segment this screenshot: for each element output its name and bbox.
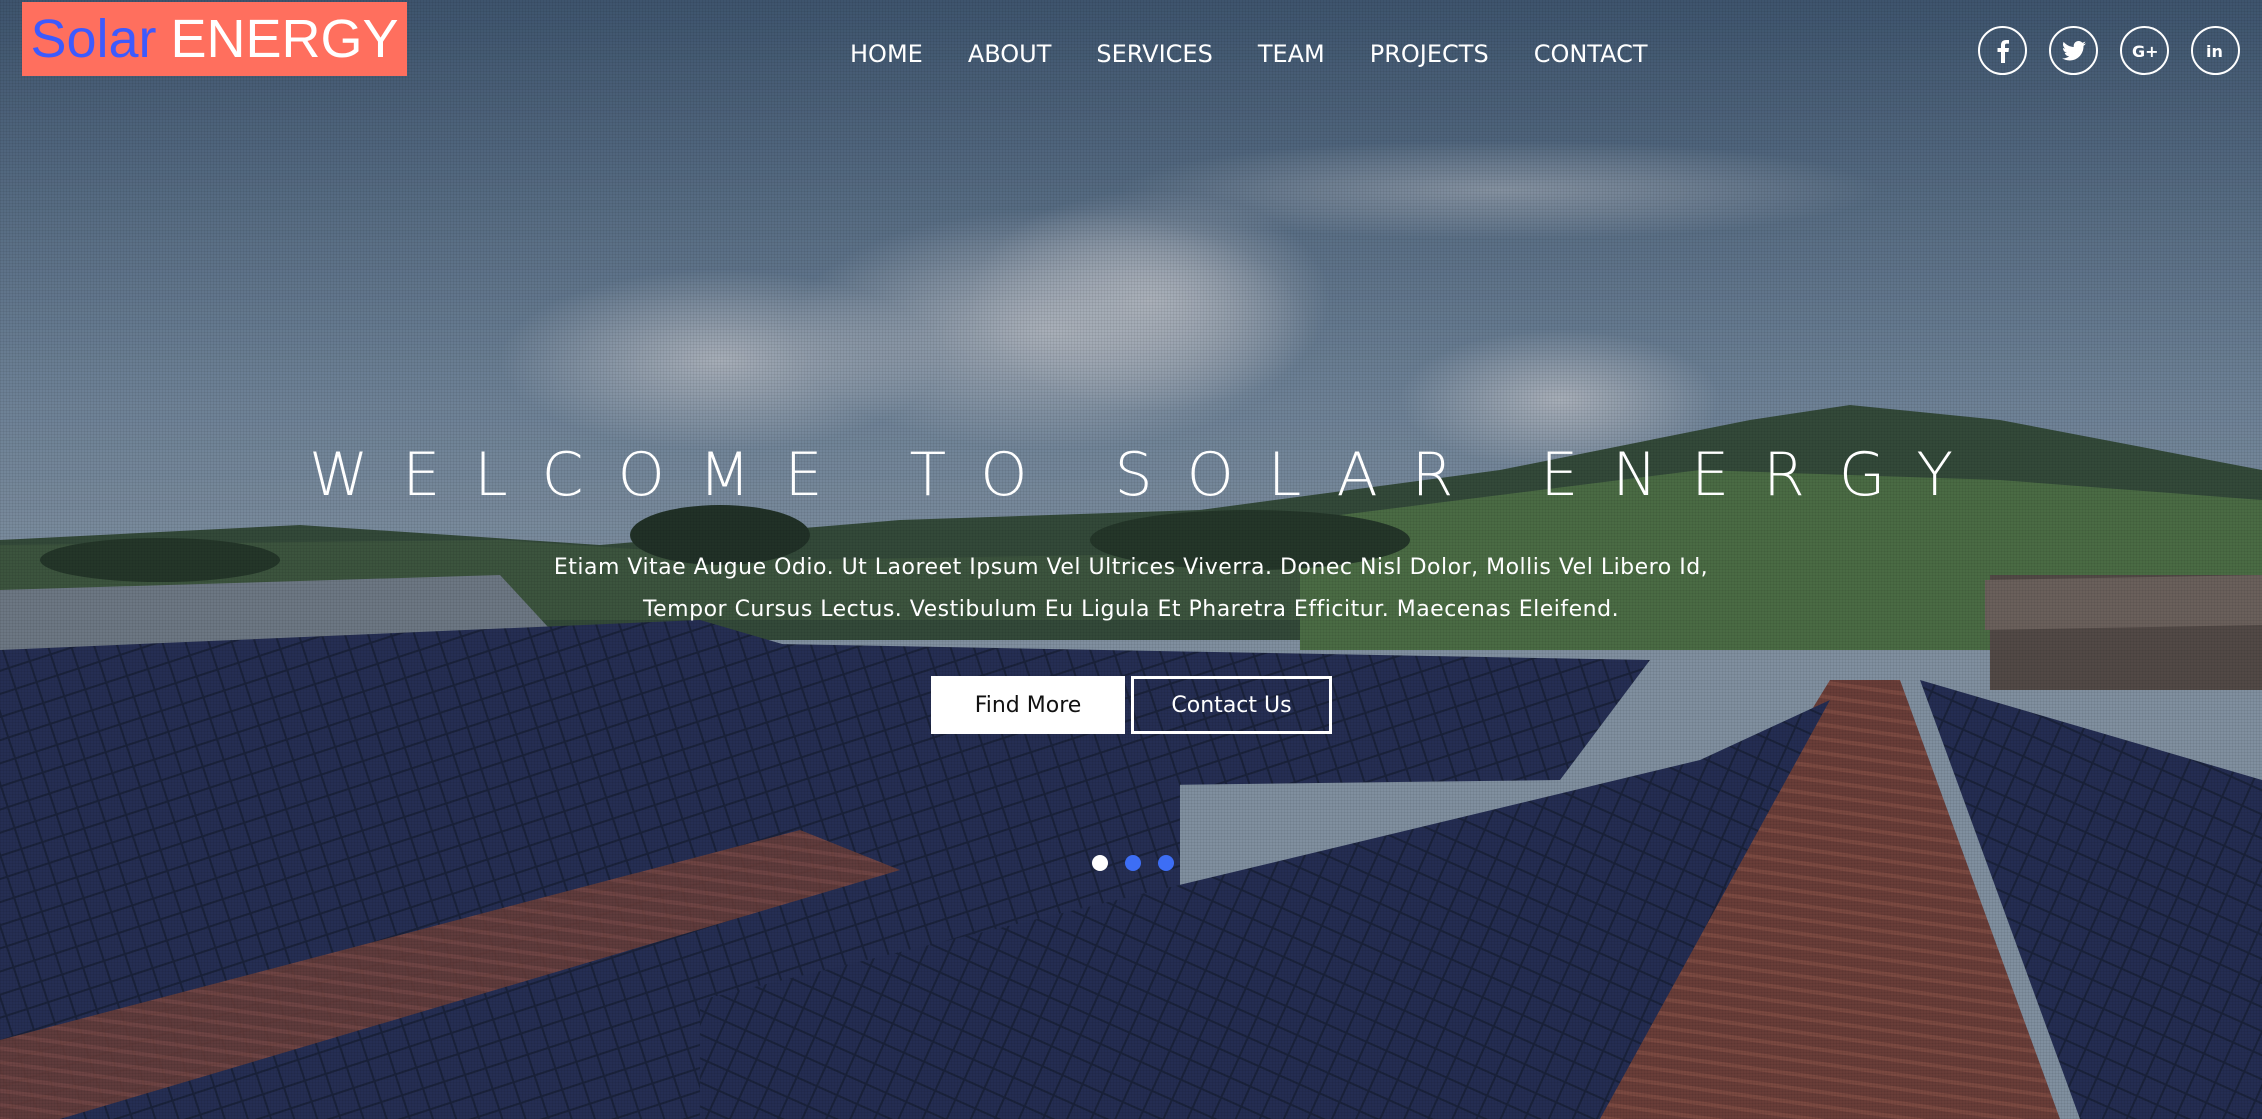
nav-item-contact[interactable]: CONTACT: [1534, 36, 1648, 72]
nav-item-services[interactable]: SERVICES: [1096, 36, 1212, 72]
contact-us-button[interactable]: Contact Us: [1131, 676, 1332, 734]
social-links: G+ in: [1978, 26, 2240, 75]
hero-section: Solar ENERGY HOME ABOUT SERVICES TEAM PR…: [0, 0, 2262, 1119]
brand-word-energy: ENERGY: [170, 9, 399, 69]
nav-item-projects[interactable]: PROJECTS: [1370, 36, 1489, 72]
nav-item-home[interactable]: HOME: [850, 36, 923, 72]
google-plus-icon[interactable]: G+: [2120, 26, 2169, 75]
hero-subtitle-line-1: Etiam Vitae Augue Odio. Ut Laoreet Ipsum…: [553, 555, 1709, 580]
svg-text:in: in: [2206, 42, 2223, 60]
hero-title: WELCOME TO SOLAR ENERGY: [309, 440, 1987, 510]
carousel-dot-2[interactable]: [1125, 855, 1141, 871]
carousel-dot-3[interactable]: [1158, 855, 1174, 871]
svg-text:G+: G+: [2132, 42, 2158, 60]
nav-item-team[interactable]: TEAM: [1258, 36, 1325, 72]
find-more-button[interactable]: Find More: [931, 676, 1125, 734]
linkedin-icon[interactable]: in: [2191, 26, 2240, 75]
brand-logo[interactable]: Solar ENERGY: [22, 2, 407, 76]
hero-subtitle-line-2: Tempor Cursus Lectus. Vestibulum Eu Ligu…: [642, 597, 1620, 622]
carousel-indicators: [1092, 855, 1174, 871]
twitter-icon[interactable]: [2049, 26, 2098, 75]
facebook-icon[interactable]: [1978, 26, 2027, 75]
main-nav: HOME ABOUT SERVICES TEAM PROJECTS CONTAC…: [850, 36, 1693, 72]
brand-word-solar: Solar: [30, 9, 157, 69]
carousel-dot-1[interactable]: [1092, 855, 1108, 871]
nav-item-about[interactable]: ABOUT: [968, 36, 1052, 72]
